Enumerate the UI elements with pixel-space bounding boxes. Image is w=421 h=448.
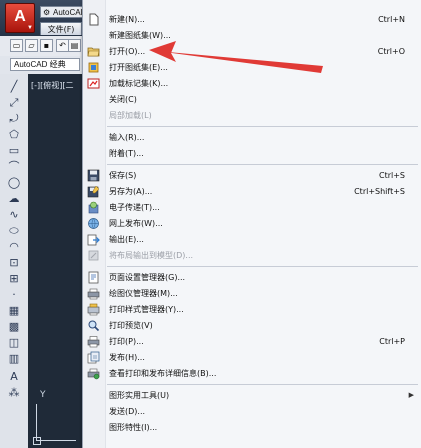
- submenu-arrow-icon: ▶: [408, 391, 414, 399]
- region-icon[interactable]: ◫: [6, 336, 22, 350]
- add-selected-icon[interactable]: ⁂: [6, 386, 22, 400]
- menu-item-print[interactable]: 打印(P)... Ctrl+P: [83, 334, 421, 349]
- print-icon: [87, 336, 100, 348]
- menu-item-save[interactable]: 保存(S) Ctrl+S: [83, 168, 421, 183]
- menu-item-new[interactable]: 新建(N)... Ctrl+N: [83, 12, 421, 27]
- workspace-bar: AutoCAD 经典: [0, 56, 82, 75]
- menu-separator: [107, 126, 418, 127]
- menu-separator: [107, 266, 418, 267]
- ellipse-icon[interactable]: ⬭: [6, 224, 22, 238]
- save-as-icon: [87, 185, 100, 198]
- open-sheetset-icon: [88, 62, 99, 73]
- etransmit-icon: [88, 201, 99, 214]
- menu-separator: [107, 384, 418, 385]
- point-icon[interactable]: ·: [6, 288, 22, 302]
- ucs-y-label: Y: [40, 390, 46, 400]
- revcloud-icon[interactable]: ☁: [6, 192, 22, 206]
- menu-item-open[interactable]: 打开(O)... Ctrl+O: [83, 44, 421, 59]
- circle-icon[interactable]: ◯: [6, 176, 22, 190]
- gradient-icon[interactable]: ▩: [6, 320, 22, 334]
- ellipse-arc-icon[interactable]: ◠: [6, 240, 22, 254]
- menu-item-export[interactable]: 输出(E)...: [83, 232, 421, 247]
- menu-item-import[interactable]: 输入(R)...: [83, 130, 421, 145]
- construction-line-icon[interactable]: ⤢: [6, 96, 22, 110]
- title-bar: A ▼ ⚙ AutoCAD 文件(F): [0, 0, 84, 36]
- publish-icon: [87, 351, 100, 364]
- page-setup-icon: [88, 271, 99, 284]
- multiline-text-icon[interactable]: A: [6, 370, 22, 384]
- menu-item-plot-preview[interactable]: 打印预览(V): [83, 318, 421, 333]
- publish-web-icon: [88, 218, 99, 229]
- hatch-icon[interactable]: ▦: [6, 304, 22, 318]
- export-layout-icon: [88, 250, 99, 261]
- line-tool-icon[interactable]: ╱: [6, 80, 22, 94]
- open-folder-icon[interactable]: ▱: [25, 39, 38, 52]
- plot-style-icon: [87, 303, 100, 316]
- menu-item-plot-details[interactable]: 查看打印和发布详细信息(B)...: [83, 366, 421, 381]
- gear-icon: ⚙: [43, 8, 51, 17]
- menu-item-page-setup[interactable]: 页面设置管理器(G)...: [83, 270, 421, 285]
- make-block-icon[interactable]: ⊞: [6, 272, 22, 286]
- ucs-origin-icon: [33, 437, 41, 445]
- arc-icon[interactable]: ⌒: [6, 160, 22, 174]
- draw-toolbar: ╱ ⤢ ⤾ ⬠ ▭ ⌒ ◯ ☁ ∿ ⬭ ◠ ⊡ ⊞ · ▦ ▩ ◫ ▥ A ⁂: [0, 74, 29, 448]
- window-title: ⚙ AutoCAD: [40, 6, 84, 18]
- drawing-area[interactable]: [-][俯视][二 Y: [28, 74, 82, 448]
- menu-item-export-layout: 将布局输出到模型(D)...: [83, 248, 421, 263]
- menu-item-partial-load: 局部加载(L): [109, 111, 152, 120]
- menu-item-drawing-properties[interactable]: 图形特性(I)...: [83, 420, 421, 435]
- menu-item-send[interactable]: 发送(D)...: [83, 404, 421, 419]
- menu-item-close[interactable]: 关闭(C): [83, 92, 421, 107]
- plot-preview-icon: [88, 320, 100, 332]
- chevron-down-icon: ▼: [27, 25, 33, 31]
- menu-item-load-markup[interactable]: 加载标记集(K)...: [83, 76, 421, 91]
- save-icon[interactable]: ▪: [40, 39, 53, 52]
- menu-item-publish-web[interactable]: 网上发布(W)...: [83, 216, 421, 231]
- new-file-icon: [89, 13, 99, 26]
- menu-separator: [107, 164, 418, 165]
- quick-toolbar: ▭ ▱ ▪ ↶ ▤: [0, 36, 82, 57]
- viewport-label[interactable]: [-][俯视][二: [31, 80, 74, 91]
- menu-item-open-sheetset[interactable]: 打开图纸集(E)...: [83, 60, 421, 75]
- file-menu-tab[interactable]: 文件(F): [40, 22, 82, 35]
- rectangle-icon[interactable]: ▭: [6, 144, 22, 158]
- ucs-y-axis: [36, 404, 37, 440]
- polygon-icon[interactable]: ⬠: [6, 128, 22, 142]
- print-icon[interactable]: ▤: [68, 39, 81, 52]
- menu-item-new-sheetset[interactable]: 新建图纸集(W)...: [83, 28, 421, 43]
- app-logo-letter: A: [14, 8, 26, 25]
- workspace-select[interactable]: AutoCAD 经典: [10, 58, 80, 71]
- export-icon: [87, 234, 100, 246]
- ucs-x-axis: [36, 440, 76, 441]
- plotter-manager-icon: [87, 288, 100, 300]
- menu-item-attach[interactable]: 附着(T)...: [83, 146, 421, 161]
- markup-set-icon: [87, 78, 100, 89]
- menu-item-plot-style-manager[interactable]: 打印样式管理器(Y)...: [83, 302, 421, 317]
- spline-icon[interactable]: ∿: [6, 208, 22, 222]
- insert-block-icon[interactable]: ⊡: [6, 256, 22, 270]
- menu-item-etransmit[interactable]: 电子传递(T)...: [83, 200, 421, 215]
- table-icon[interactable]: ▥: [6, 352, 22, 366]
- save-icon: [87, 169, 100, 182]
- application-menu-button[interactable]: A ▼: [5, 3, 35, 33]
- menu-item-plotter-manager[interactable]: 绘图仪管理器(M)...: [83, 286, 421, 301]
- menu-item-save-as[interactable]: 另存为(A)... Ctrl+Shift+S: [83, 184, 421, 199]
- polyline-icon[interactable]: ⤾: [6, 112, 22, 126]
- new-file-icon[interactable]: ▭: [10, 39, 23, 52]
- plot-details-icon: [87, 368, 100, 380]
- file-menu-dropdown: 新建(N)... Ctrl+N 新建图纸集(W)... 打开(O)... Ctr…: [82, 0, 421, 448]
- menu-item-publish[interactable]: 发布(H)...: [83, 350, 421, 365]
- open-folder-icon: [87, 47, 100, 57]
- menu-item-drawing-utilities[interactable]: 图形实用工具(U) ▶: [83, 388, 421, 403]
